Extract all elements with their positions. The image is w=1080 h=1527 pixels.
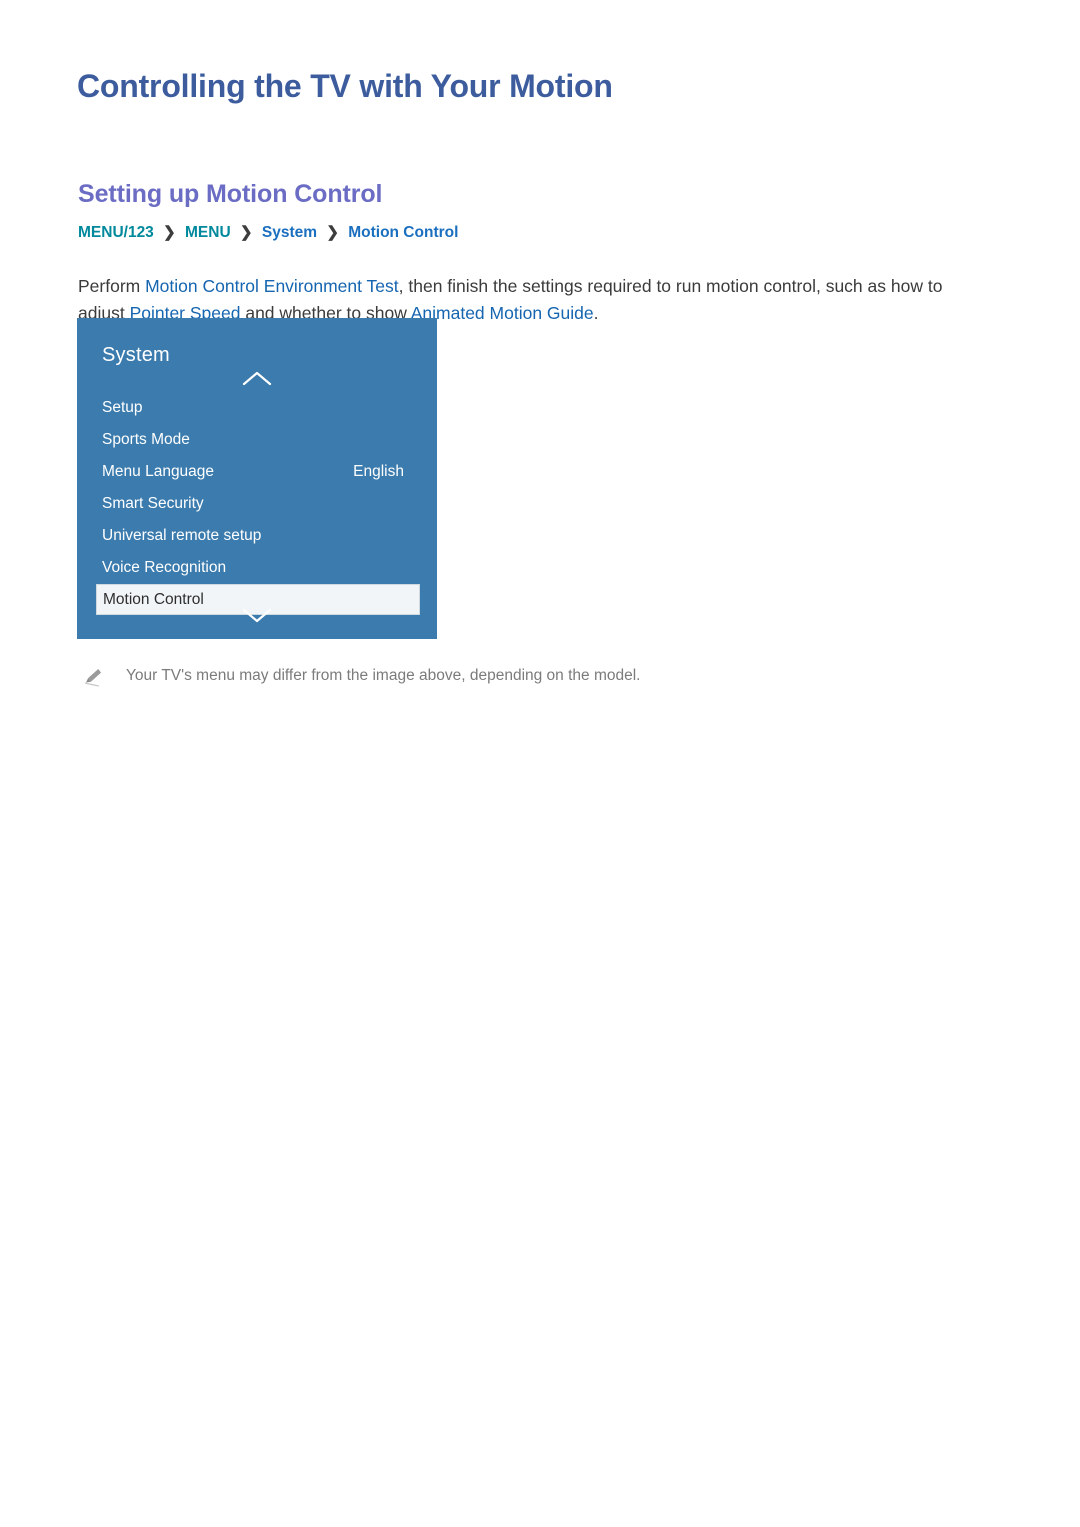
breadcrumb-separator-icon: ❯ [239,224,253,241]
tv-menu-item-label: Menu Language [102,463,215,480]
tv-menu-title: System [102,344,170,366]
tv-menu-item-label: Voice Recognition [102,559,227,576]
breadcrumb-item-motion-control[interactable]: Motion Control [348,224,458,241]
page-title: Controlling the TV with Your Motion [77,68,613,104]
note-text: Your TV's menu may differ from the image… [126,667,641,684]
tv-menu-item-label: Smart Security [102,495,204,512]
tv-menu-item-universal-remote-setup[interactable]: Universal remote setup [77,520,437,552]
body-link-motion-control-environment-test[interactable]: Motion Control Environment Test [145,276,399,296]
tv-menu-item-label: Motion Control [103,591,204,608]
tv-menu-item-voice-recognition[interactable]: Voice Recognition [77,552,437,584]
breadcrumb-separator-icon: ❯ [163,224,176,241]
tv-menu-item-value: English [353,463,404,480]
body-link-animated-motion-guide[interactable]: Animated Motion Guide [411,303,594,323]
breadcrumb-separator-icon: ❯ [326,224,339,241]
tv-menu-item-label: Sports Mode [102,431,190,448]
body-text-segment: . [593,302,599,323]
tv-menu-item-smart-security[interactable]: Smart Security [77,488,437,520]
body-text-segment: Perform [78,275,146,296]
breadcrumb: MENU/123 ❯ MENU ❯ System ❯ Motion Contro… [78,222,458,244]
breadcrumb-item-menu[interactable]: MENU [185,224,231,241]
tv-menu-item-menu-language[interactable]: Menu Language English [77,456,437,488]
document-page: Controlling the TV with Your Motion Sett… [0,0,1080,1527]
breadcrumb-item-system[interactable]: System [262,224,317,241]
breadcrumb-item-menu123[interactable]: MENU/123 [78,224,154,241]
section-title: Setting up Motion Control [78,180,383,208]
tv-menu-item-sports-mode[interactable]: Sports Mode [77,424,437,456]
tv-menu-list: Setup Sports Mode Menu Language English … [77,392,437,615]
pencil-icon [84,666,106,688]
tv-menu-item-setup[interactable]: Setup [77,392,437,424]
tv-menu-item-label: Universal remote setup [102,527,262,544]
tv-menu-item-label: Setup [102,399,143,416]
note-row: Your TV's menu may differ from the image… [78,664,958,692]
tv-menu-screenshot: System Setup Sports Mode Menu Language E… [77,318,437,639]
chevron-down-icon[interactable] [240,606,274,624]
chevron-up-icon[interactable] [240,370,274,388]
